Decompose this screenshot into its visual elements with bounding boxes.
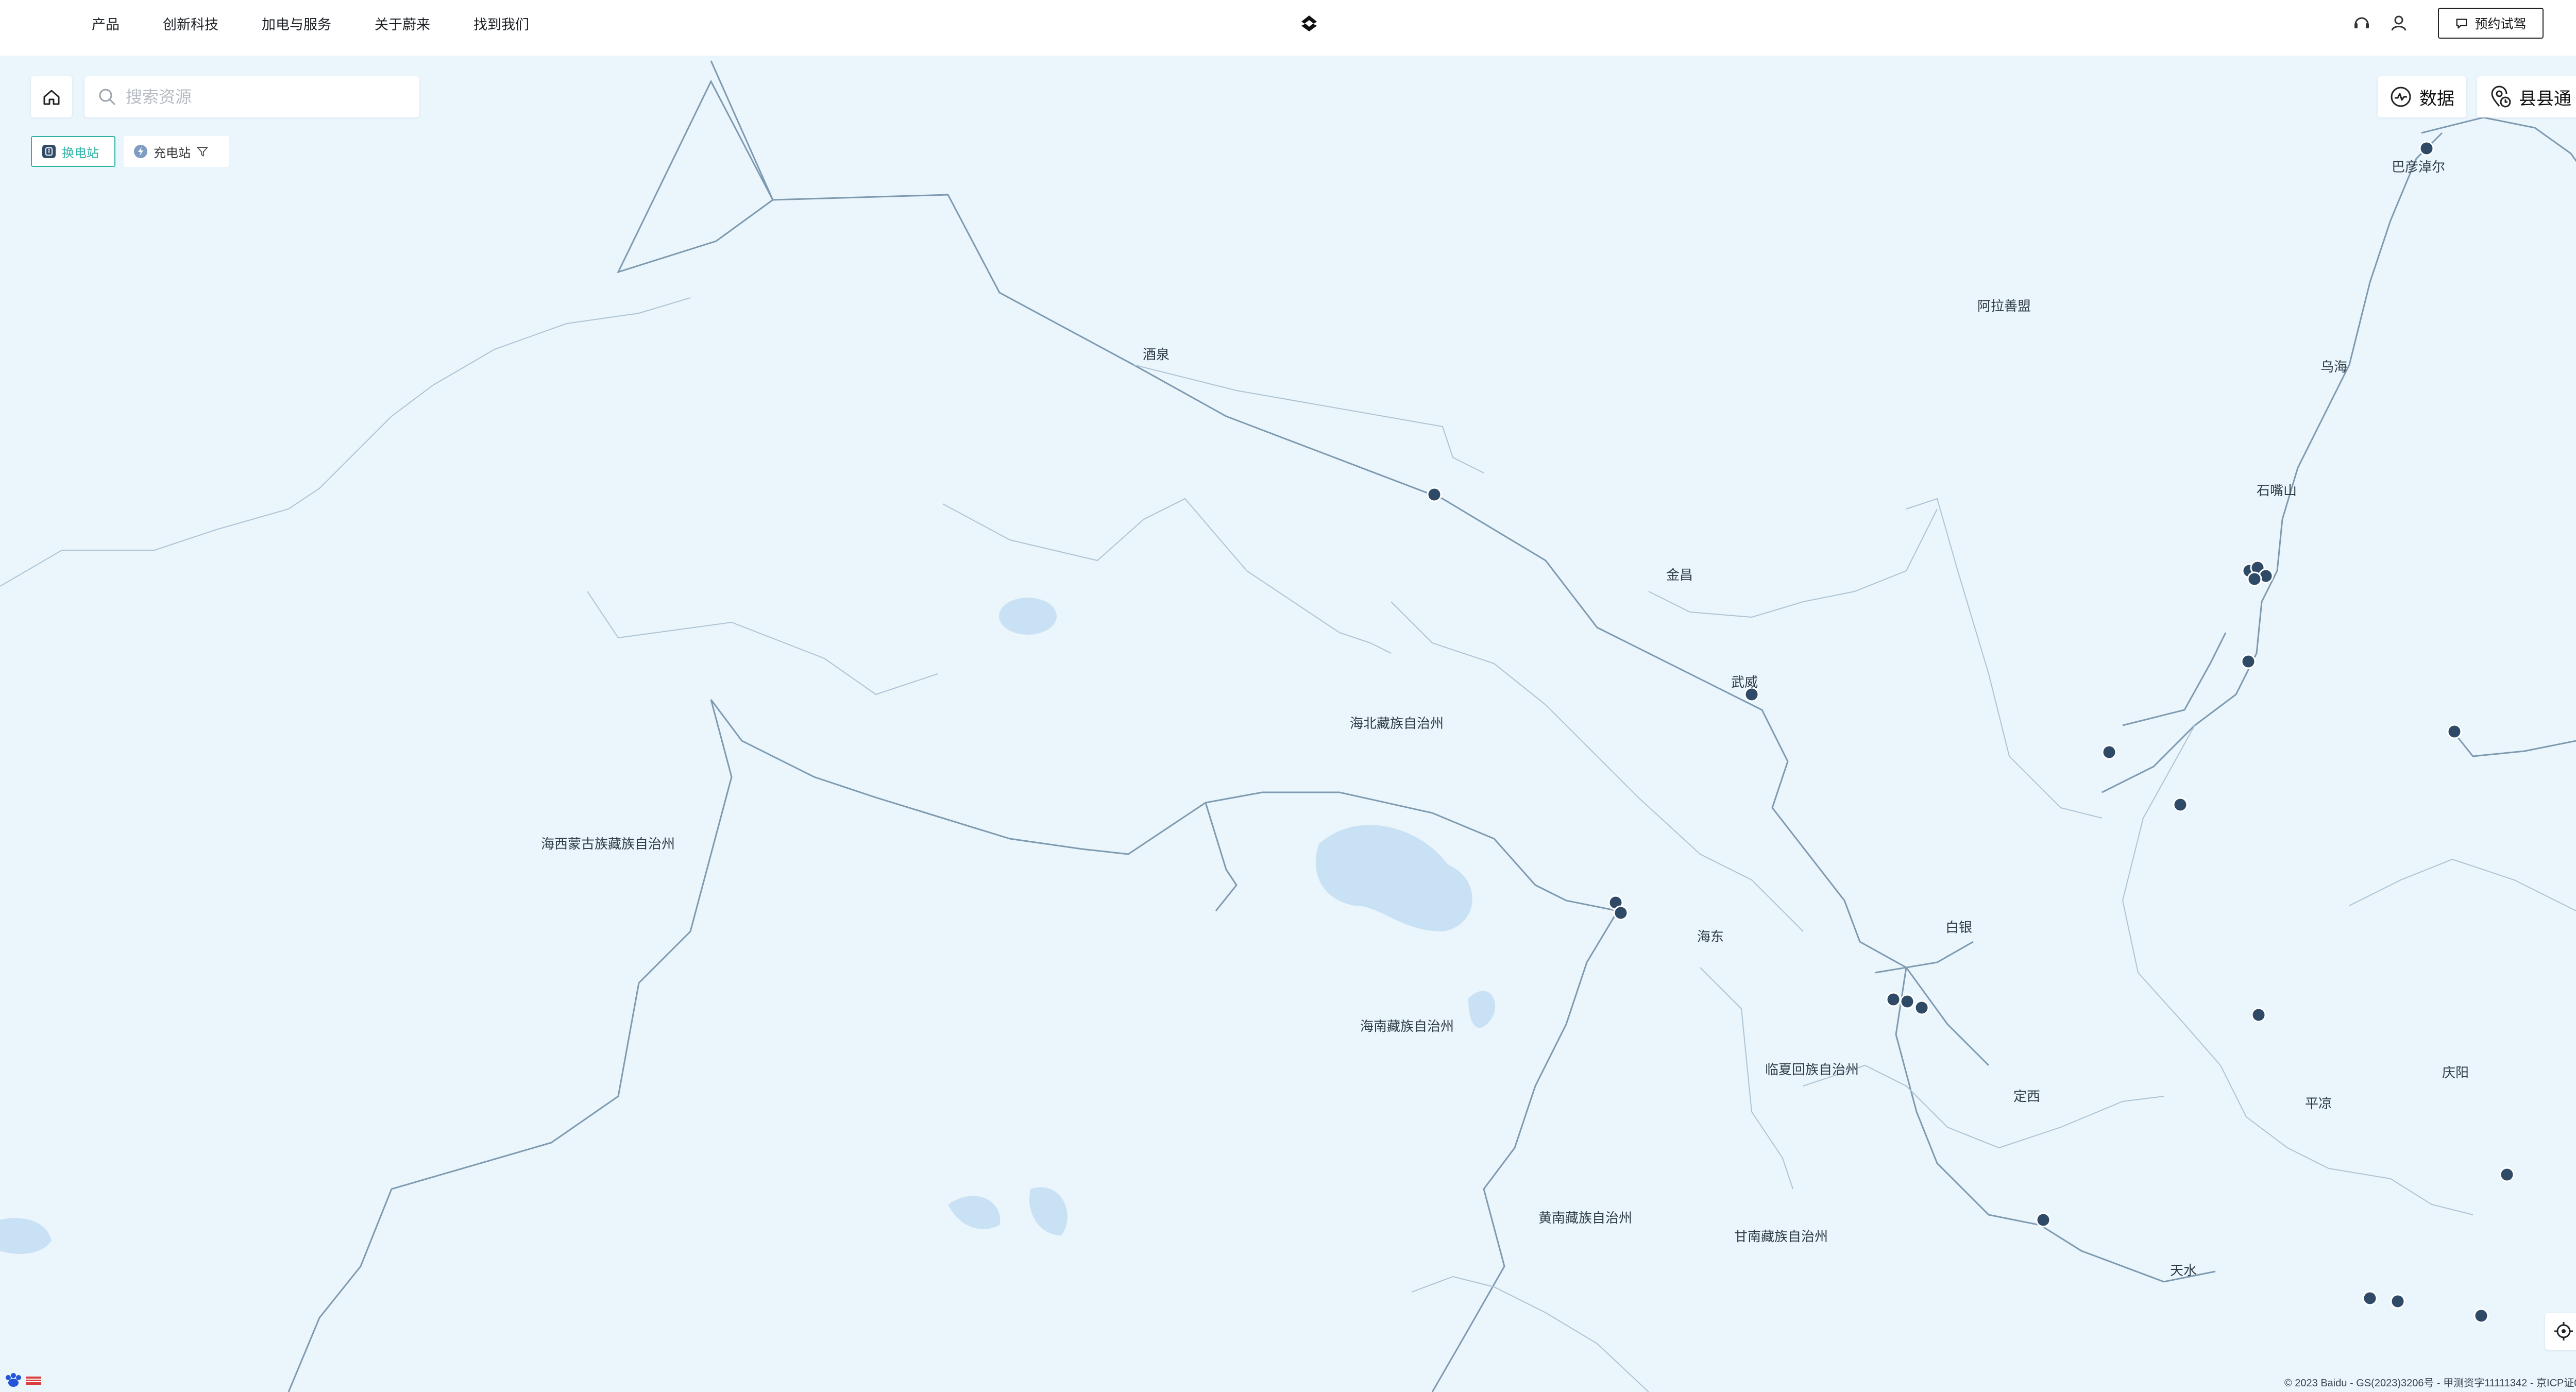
locate-button[interactable] [2545,1313,2576,1350]
place-label-jiuquan: 酒泉 [1143,347,1170,362]
user-icon[interactable] [2388,13,2409,33]
charging-bolt-icon [134,145,147,158]
place-label-linxia: 临夏回族自治州 [1765,1062,1859,1077]
filter-charging-station[interactable]: 充电站 [124,136,229,167]
place-label-bayannur: 巴彦淖尔 [2392,159,2446,175]
county-button-label: 县县通 [2519,89,2571,109]
main-nav: 产品 创新科技 加电与服务 关于蔚来 找到我们 [92,0,529,46]
swap-station-icon [42,145,56,158]
nav-innovation[interactable]: 创新科技 [163,13,218,33]
place-label-baiyin: 白银 [1945,920,1973,935]
place-label-qingyang: 庆阳 [2442,1065,2469,1080]
home-icon [43,90,60,105]
search-input[interactable] [125,87,405,107]
place-label-pingliang: 平凉 [2305,1096,2332,1111]
top-navigation-bar: 产品 创新科技 加电与服务 关于蔚来 找到我们 预约试驾 [0,0,2576,56]
test-drive-label: 预约试驾 [2475,17,2527,31]
place-label-haixi: 海西蒙古族藏族自治州 [541,836,675,852]
nav-products[interactable]: 产品 [92,13,120,33]
baidu-logo-icon [3,1371,44,1391]
county-location-icon [2491,86,2511,108]
filter-funnel-icon[interactable] [196,145,209,158]
data-button-label: 数据 [2419,89,2454,109]
place-label-haibei: 海北藏族自治州 [1350,716,1444,731]
search-icon [99,89,115,105]
home-button[interactable] [31,76,72,117]
place-label-dingxi: 定西 [2013,1089,2041,1104]
locate-crosshair-icon [2554,1322,2573,1340]
place-label-wuhai: 乌海 [2320,359,2348,375]
place-label-haidong: 海东 [1697,929,1724,944]
data-button[interactable]: 数据 [2378,76,2466,117]
county-coverage-button[interactable]: 县县通 [2477,76,2576,117]
place-label-wuwei: 武威 [1731,674,1758,690]
nav-find-us[interactable]: 找到我们 [473,13,529,33]
place-label-hainan: 海南藏族自治州 [1360,1018,1454,1034]
nio-logo-icon[interactable] [1298,12,1320,34]
chat-icon [2456,19,2467,29]
nav-about[interactable]: 关于蔚来 [375,13,430,33]
filter-swap-station[interactable]: 换电站 [31,136,115,167]
filter-swap-label: 换电站 [62,146,99,160]
place-label-alashan: 阿拉善盟 [1977,298,2031,314]
map-copyright: © 2023 Baidu - GS(2023)3206号 - 甲测资字11111… [2284,1378,2576,1389]
test-drive-button[interactable]: 预约试驾 [2438,8,2544,39]
map-canvas[interactable]: 酒泉 阿拉善盟 巴彦淖尔 乌海 石嘴山 金昌 武威 海北藏族自治州 海西蒙古族藏… [0,56,2576,1392]
nav-power-services[interactable]: 加电与服务 [262,13,331,33]
place-label-jinchang: 金昌 [1666,567,1693,583]
place-label-gannan: 甘南藏族自治州 [1734,1229,1828,1244]
filter-charge-label: 充电站 [154,146,191,160]
data-pulse-icon [2391,87,2411,107]
search-box[interactable] [84,76,419,117]
place-label-shizuishan: 石嘴山 [2257,483,2297,498]
headset-icon[interactable] [2351,13,2372,33]
place-label-huangnan: 黄南藏族自治州 [1538,1210,1633,1226]
place-label-tianshui: 天水 [2170,1263,2197,1278]
